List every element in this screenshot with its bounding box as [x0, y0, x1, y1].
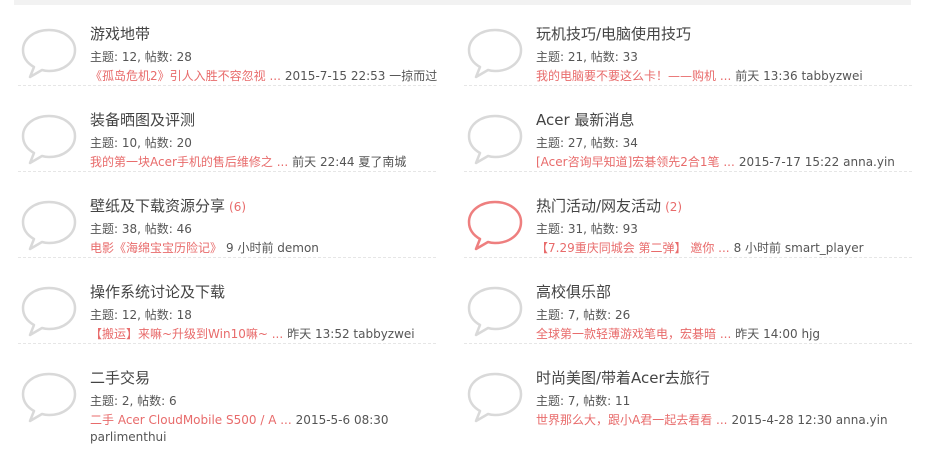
forum-title[interactable]: 壁纸及下载资源分享 (6) [90, 195, 246, 216]
last-post-link[interactable]: 我的第一块Acer手机的售后维修之 ... [90, 155, 288, 169]
forum-title[interactable]: 高校俱乐部 [536, 281, 615, 302]
forum-grid: 游戏地带 主题: 12, 帖数: 28 《孤岛危机2》引人入胜不容忽视 ... 2… [0, 0, 925, 453]
forum-title[interactable]: Acer 最新消息 [536, 109, 638, 130]
last-post-link[interactable]: 二手 Acer CloudMobile S500 / A ... [90, 413, 292, 427]
forum-item-os[interactable]: 操作系统讨论及下载 主题: 12, 帖数: 18 【搬运】来嘛~升级到Win10… [18, 258, 436, 344]
forum-item-wallpaper[interactable]: 壁纸及下载资源分享 (6) 主题: 38, 帖数: 46 电影《海绵宝宝历险记》 9… [18, 172, 436, 258]
last-post-link[interactable]: 世界那么大，跟小A君一起去看看 ... [536, 413, 727, 427]
forum-title[interactable]: 热门活动/网友活动 (2) [536, 195, 682, 216]
new-post-count: (6) [229, 200, 247, 214]
last-post-meta: 2015-7-15 22:53 一掠而过 [284, 69, 438, 83]
last-post-link[interactable]: 【搬运】来嘛~升级到Win10嘛~ ... [90, 327, 283, 341]
last-post-meta: 昨天 14:00 hjg [735, 327, 821, 341]
last-post: 【7.29重庆同城会 第二弹】 邀你 ... 8 小时前 smart_player [536, 239, 864, 256]
last-post-link[interactable]: 全球第一款轻薄游戏笔电，宏碁暗 ... [536, 327, 731, 341]
forum-stats: 主题: 12, 帖数: 28 [90, 50, 192, 64]
last-post: 电影《海绵宝宝历险记》 9 小时前 demon [90, 239, 319, 256]
last-post: 全球第一款轻薄游戏笔电，宏碁暗 ... 昨天 14:00 hjg [536, 325, 820, 342]
forum-title[interactable]: 二手交易 [90, 367, 154, 388]
last-post-meta: 2015-4-28 12:30 anna.yin [731, 413, 888, 427]
last-post-link[interactable]: 我的电脑要不要这么卡！——购机 ... [536, 69, 731, 83]
last-post-meta: 2015-5-6 08:30 [295, 413, 389, 427]
forum-stats: 主题: 7, 帖数: 11 [536, 394, 631, 408]
forum-item-tips[interactable]: 玩机技巧/电脑使用技巧 主题: 21, 帖数: 33 我的电脑要不要这么卡！——… [464, 0, 912, 86]
last-post: 我的电脑要不要这么卡！——购机 ... 前天 13:36 tabbyzwei [536, 67, 863, 84]
speech-bubble-icon [20, 27, 78, 79]
speech-bubble-icon [466, 27, 524, 79]
forum-title[interactable]: 操作系统讨论及下载 [90, 281, 229, 302]
forum-item-games[interactable]: 游戏地带 主题: 12, 帖数: 28 《孤岛危机2》引人入胜不容忽视 ... 2… [18, 0, 437, 86]
forum-stats: 主题: 12, 帖数: 18 [90, 308, 192, 322]
speech-bubble-icon-highlighted [466, 199, 524, 251]
last-post: [Acer咨询早知道]宏碁领先2合1笔 ... 2015-7-17 15:22 a… [536, 153, 895, 170]
last-post: 【搬运】来嘛~升级到Win10嘛~ ... 昨天 13:52 tabbyzwei [90, 325, 415, 342]
forum-item-secondhand[interactable]: 二手交易 主题: 2, 帖数: 6 二手 Acer CloudMobile S5… [18, 344, 436, 444]
last-post-link[interactable]: 《孤岛危机2》引人入胜不容忽视 ... [90, 69, 281, 83]
last-post-meta: 2015-7-17 15:22 anna.yin [738, 155, 895, 169]
speech-bubble-icon [20, 371, 78, 423]
forum-stats: 主题: 2, 帖数: 6 [90, 394, 177, 408]
forum-stats: 主题: 21, 帖数: 33 [536, 50, 638, 64]
speech-bubble-icon [20, 113, 78, 165]
forum-title[interactable]: 游戏地带 [90, 23, 154, 44]
forum-item-events[interactable]: 热门活动/网友活动 (2) 主题: 31, 帖数: 93 【7.29重庆同城会 第… [464, 172, 912, 258]
forum-stats: 主题: 38, 帖数: 46 [90, 222, 192, 236]
forum-item-campus[interactable]: 高校俱乐部 主题: 7, 帖数: 26 全球第一款轻薄游戏笔电，宏碁暗 ... 昨… [464, 258, 912, 344]
last-post: 《孤岛危机2》引人入胜不容忽视 ... 2015-7-15 22:53 一掠而过 [90, 67, 437, 84]
forum-item-news[interactable]: Acer 最新消息 主题: 27, 帖数: 34 [Acer咨询早知道]宏碁领先… [464, 86, 912, 172]
last-post-meta: 9 小时前 demon [226, 241, 319, 255]
last-post-meta: 昨天 13:52 tabbyzwei [287, 327, 415, 341]
forum-stats: 主题: 7, 帖数: 26 [536, 308, 631, 322]
speech-bubble-icon [466, 371, 524, 423]
last-post-meta: 前天 13:36 tabbyzwei [735, 69, 863, 83]
last-post: 我的第一块Acer手机的售后维修之 ... 前天 22:44 夏了南城 [90, 153, 406, 170]
speech-bubble-icon [20, 285, 78, 337]
speech-bubble-icon [466, 285, 524, 337]
last-post: 世界那么大，跟小A君一起去看看 ... 2015-4-28 12:30 anna.… [536, 411, 888, 428]
last-post-link[interactable]: 电影《海绵宝宝历险记》 [90, 241, 222, 255]
new-post-count: (2) [665, 200, 683, 214]
forum-title[interactable]: 装备晒图及评测 [90, 109, 199, 130]
forum-title[interactable]: 玩机技巧/电脑使用技巧 [536, 23, 695, 44]
forum-title[interactable]: 时尚美图/带着Acer去旅行 [536, 367, 714, 388]
last-post-link[interactable]: [Acer咨询早知道]宏碁领先2合1笔 ... [536, 155, 735, 169]
speech-bubble-icon [20, 199, 78, 251]
last-post-meta: 8 小时前 smart_player [733, 241, 864, 255]
forum-item-gear[interactable]: 装备晒图及评测 主题: 10, 帖数: 20 我的第一块Acer手机的售后维修之… [18, 86, 436, 172]
forum-stats: 主题: 10, 帖数: 20 [90, 136, 192, 150]
last-post-link[interactable]: 【7.29重庆同城会 第二弹】 邀你 ... [536, 241, 730, 255]
forum-stats: 主题: 27, 帖数: 34 [536, 136, 638, 150]
last-post-author[interactable]: parlimenthui [90, 430, 167, 444]
speech-bubble-icon [466, 113, 524, 165]
forum-item-travel[interactable]: 时尚美图/带着Acer去旅行 主题: 7, 帖数: 11 世界那么大，跟小A君一… [464, 344, 912, 429]
last-post: 二手 Acer CloudMobile S500 / A ... 2015-5-6… [90, 411, 389, 428]
last-post-meta: 前天 22:44 夏了南城 [292, 155, 407, 169]
forum-stats: 主题: 31, 帖数: 93 [536, 222, 638, 236]
